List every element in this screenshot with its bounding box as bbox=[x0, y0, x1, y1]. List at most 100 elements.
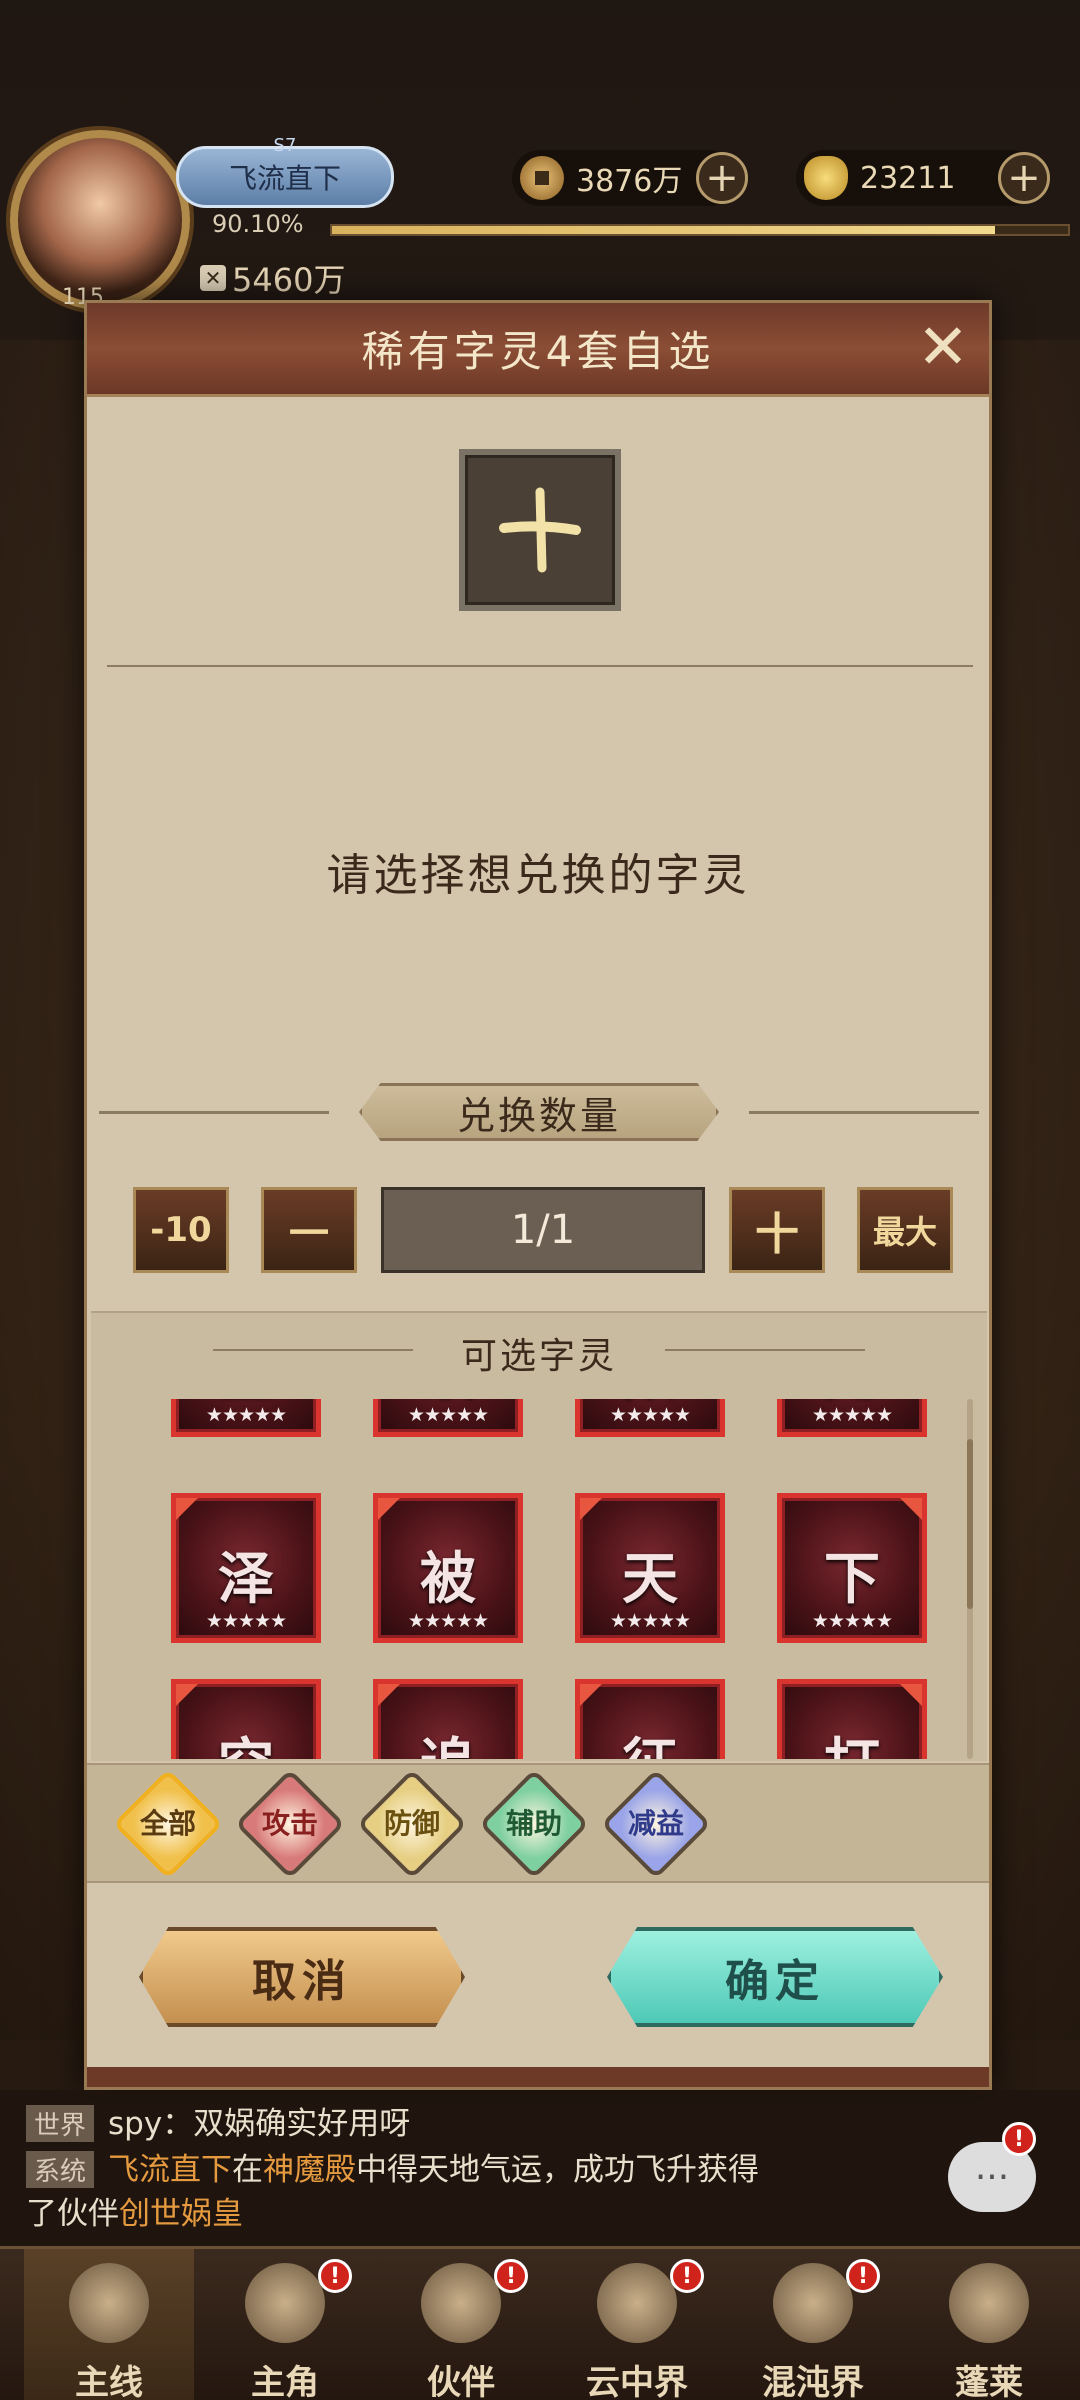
card-character: 下 bbox=[824, 1546, 880, 1612]
exchange-dialog: 稀有字灵4套自选 ✕ 请选择想兑换的字灵 兑换数量 -10 一 1/1 十 最大… bbox=[84, 300, 992, 2090]
sender-name: spy： bbox=[108, 2106, 194, 2142]
card-character: 被 bbox=[420, 1546, 476, 1612]
place-link[interactable]: 神魔殿 bbox=[263, 2152, 356, 2188]
chat-line-system-cont: 了伙伴创世娲皇 bbox=[26, 2188, 243, 2233]
zi-ling-card[interactable]: 打★★★★★ bbox=[777, 1679, 927, 1759]
nav-badge: ! bbox=[318, 2259, 352, 2293]
selectable-list: 可选字灵 金★★★★★破★★★★★阳★★★★★无★★★★★泽★★★★★被★★★★… bbox=[91, 1311, 987, 1761]
power-value: 5460万 bbox=[232, 261, 346, 299]
zi-ling-card[interactable]: 追★★★★★ bbox=[373, 1679, 523, 1759]
nav-icon bbox=[773, 2263, 853, 2343]
nav-icon bbox=[421, 2263, 501, 2343]
nav-label: 伙伴 bbox=[427, 2363, 495, 2400]
zi-ling-card[interactable]: 空★★★★★ bbox=[171, 1679, 321, 1759]
corner-marker bbox=[176, 1498, 198, 1520]
quantity-display: 1/1 bbox=[381, 1187, 705, 1273]
nav-item[interactable]: 主角! bbox=[200, 2249, 370, 2400]
coin-icon bbox=[520, 156, 564, 200]
zi-ling-card[interactable]: 下 ★★★★★ bbox=[777, 1493, 927, 1643]
dialog-title: 稀有字灵4套自选 bbox=[361, 327, 715, 376]
nav-label: 云中界 bbox=[586, 2363, 688, 2400]
zi-ling-card[interactable]: 泽 ★★★★★ bbox=[171, 1493, 321, 1643]
minus-button[interactable]: 一 bbox=[261, 1187, 357, 1273]
star-rating: ★★★★★ bbox=[609, 1404, 691, 1426]
zi-ling-card[interactable]: 破★★★★★ bbox=[373, 1399, 523, 1437]
power-icon: ✕ bbox=[200, 265, 226, 291]
nav-item[interactable]: 蓬莱 bbox=[904, 2249, 1074, 2400]
chat-line-system: 系统 飞流直下在神魔殿中得天地气运，成功飞升获得 bbox=[26, 2144, 759, 2189]
message-text: 在 bbox=[232, 2152, 264, 2188]
star-rating: ★★★★★ bbox=[407, 1610, 489, 1632]
close-icon[interactable]: ✕ bbox=[911, 316, 975, 381]
selectable-title: 可选字灵 bbox=[460, 1336, 617, 1377]
zi-ling-card[interactable]: 征★★★★★ bbox=[575, 1679, 725, 1759]
corner-marker bbox=[580, 1498, 602, 1520]
exp-bar-fill bbox=[332, 226, 996, 234]
card-character: 打 bbox=[782, 1720, 922, 1759]
quantity-title: 兑换数量 bbox=[359, 1083, 719, 1141]
star-rating: ★★★★★ bbox=[609, 1610, 691, 1632]
player-avatar[interactable]: 115 bbox=[10, 130, 190, 310]
chat-panel[interactable]: 世界 spy：双娲确实好用呀 系统 飞流直下在神魔殿中得天地气运，成功飞升获得 了伙… bbox=[0, 2090, 1080, 2250]
divider-left bbox=[99, 1111, 329, 1114]
nav-badge: ! bbox=[494, 2259, 528, 2293]
confirm-button[interactable]: 确定 bbox=[607, 1927, 943, 2027]
ingot-counter: 23211 + bbox=[796, 150, 1050, 206]
zi-ling-card[interactable]: 被 ★★★★★ bbox=[373, 1493, 523, 1643]
zi-ling-card[interactable]: 无★★★★★ bbox=[777, 1399, 927, 1437]
filter-label: 辅助 bbox=[505, 1807, 562, 1840]
corner-marker bbox=[378, 1498, 400, 1520]
player-name-plate[interactable]: S7 飞流直下 bbox=[176, 135, 394, 208]
scrollbar-thumb[interactable] bbox=[967, 1439, 973, 1609]
filter-row: 全部 攻击 防御 辅助 减益 bbox=[87, 1763, 989, 1883]
corner-marker bbox=[580, 1684, 602, 1706]
card-character: 征 bbox=[580, 1720, 720, 1759]
quantity-header: 兑换数量 bbox=[99, 1083, 979, 1143]
dialog-header: 稀有字灵4套自选 bbox=[87, 303, 989, 397]
add-ingots-button[interactable]: + bbox=[998, 152, 1050, 204]
plus-icon bbox=[499, 487, 581, 573]
nav-item[interactable]: 主线 bbox=[24, 2249, 194, 2400]
card-grid[interactable]: 金★★★★★破★★★★★阳★★★★★无★★★★★泽★★★★★被★★★★★天★★★… bbox=[121, 1399, 953, 1759]
top-bar: 115 S7 飞流直下 90.10% ✕ 5460万 3876万 + 23211… bbox=[0, 0, 1080, 310]
nav-item[interactable]: 云中界! bbox=[552, 2249, 722, 2400]
combat-power: ✕ 5460万 bbox=[200, 255, 345, 301]
chat-bubble-icon: ··· bbox=[974, 2156, 1010, 2198]
filter-label: 防御 bbox=[383, 1807, 440, 1840]
add-slot-button[interactable] bbox=[459, 449, 621, 611]
corner-marker bbox=[378, 1684, 400, 1706]
cancel-button[interactable]: 取消 bbox=[139, 1927, 465, 2027]
add-coins-button[interactable]: + bbox=[696, 152, 748, 204]
coin-counter: 3876万 + bbox=[512, 150, 748, 206]
list-scrollbar[interactable] bbox=[967, 1399, 973, 1759]
partner-link[interactable]: 创世娲皇 bbox=[119, 2196, 243, 2232]
bottom-nav: 主线 主角! 伙伴! 云中界! 混沌界! 蓬莱 bbox=[0, 2246, 1080, 2400]
nav-icon bbox=[597, 2263, 677, 2343]
nav-item[interactable]: 混沌界! bbox=[728, 2249, 898, 2400]
plus-button[interactable]: 十 bbox=[729, 1187, 825, 1273]
player-rank: S7 bbox=[273, 135, 297, 156]
nav-item[interactable]: 伙伴! bbox=[376, 2249, 546, 2400]
nav-badge: ! bbox=[670, 2259, 704, 2293]
exp-bar bbox=[330, 224, 1070, 236]
max-button[interactable]: 最大 bbox=[857, 1187, 953, 1273]
player-link[interactable]: 飞流直下 bbox=[108, 2152, 232, 2188]
zi-ling-card[interactable]: 天 ★★★★★ bbox=[575, 1493, 725, 1643]
star-rating: ★★★★★ bbox=[407, 1404, 489, 1426]
gold-ingot-icon bbox=[804, 156, 848, 200]
corner-marker bbox=[900, 1684, 922, 1706]
nav-badge: ! bbox=[846, 2259, 880, 2293]
card-character: 空 bbox=[176, 1720, 316, 1759]
player-name: 飞流直下 bbox=[228, 162, 341, 195]
zi-ling-card[interactable]: 阳★★★★★ bbox=[575, 1399, 725, 1437]
minus-ten-button[interactable]: -10 bbox=[133, 1187, 229, 1273]
corner-marker bbox=[900, 1498, 922, 1520]
exp-percent: 90.10% bbox=[212, 210, 304, 238]
message-text: 双娲确实好用呀 bbox=[193, 2106, 411, 2142]
nav-icon bbox=[69, 2263, 149, 2343]
dialog-footer bbox=[87, 2067, 989, 2087]
card-character: 追 bbox=[378, 1720, 518, 1759]
chat-badge: ! bbox=[1002, 2122, 1036, 2156]
coin-value: 3876万 bbox=[576, 164, 683, 199]
zi-ling-card[interactable]: 金★★★★★ bbox=[171, 1399, 321, 1437]
